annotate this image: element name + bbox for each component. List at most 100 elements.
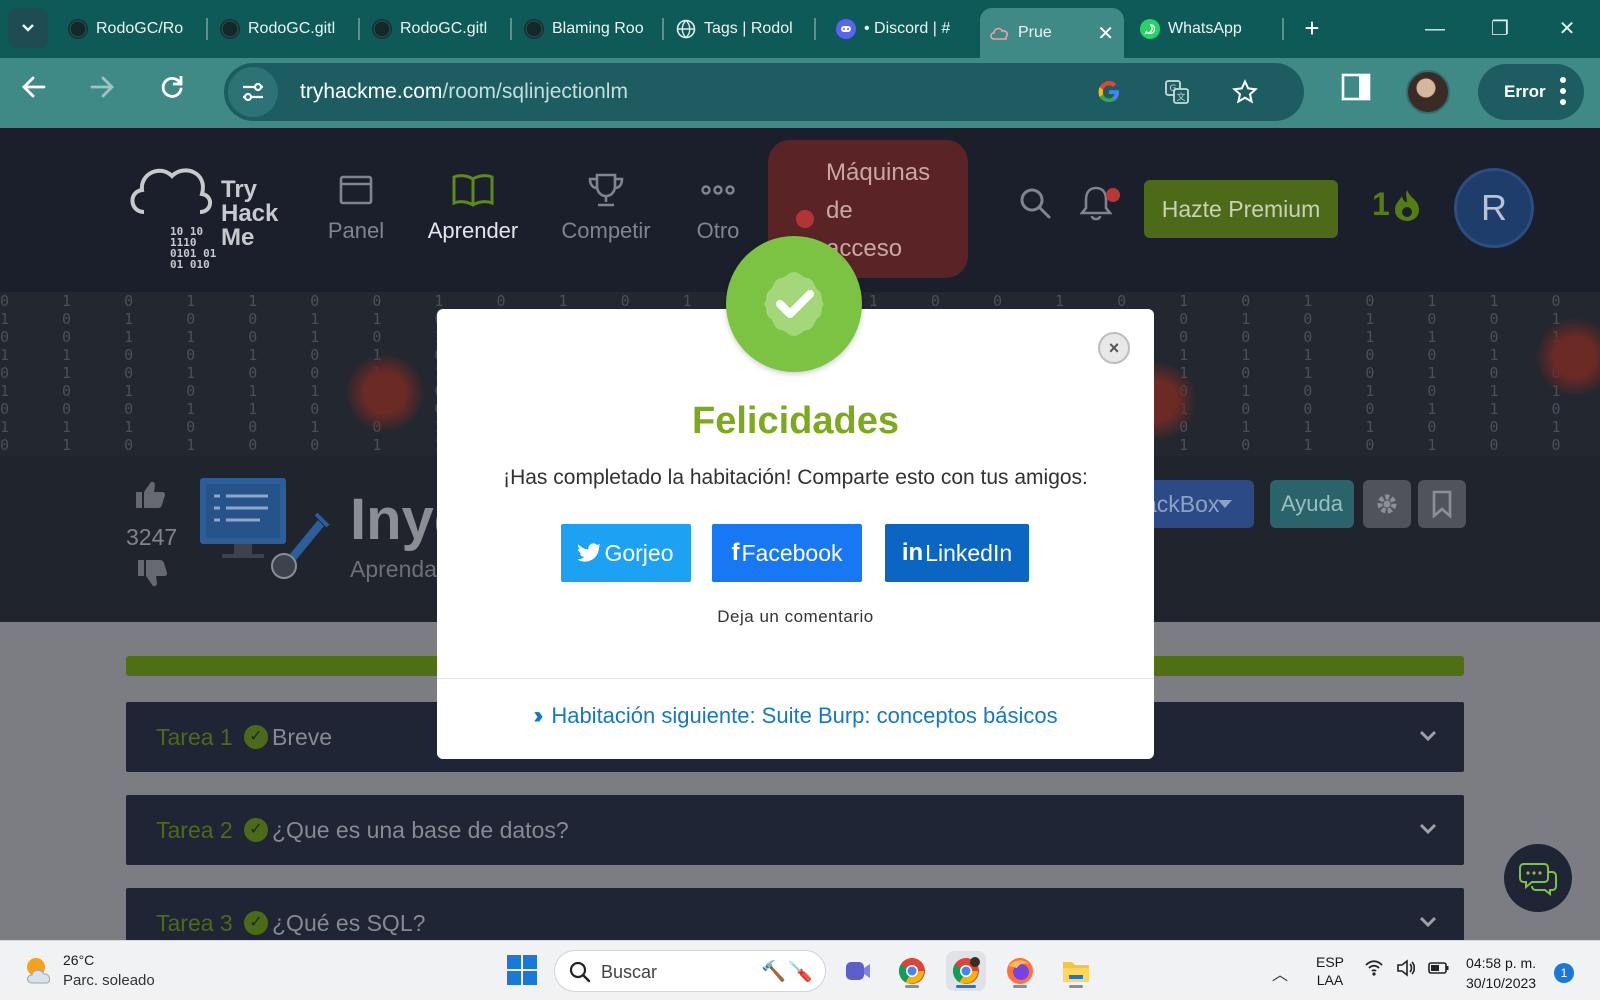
- machines-label-line: de: [826, 197, 853, 224]
- search-icon[interactable]: [1018, 186, 1054, 222]
- windows-start-button[interactable]: [507, 955, 537, 985]
- lang-line: LAA: [1316, 972, 1344, 988]
- tab-label: RodoGC.gitl: [248, 20, 336, 37]
- notification-count-badge[interactable]: 1: [1554, 963, 1574, 983]
- back-arrow-icon[interactable]: [14, 72, 54, 112]
- running-indicator: [905, 985, 919, 988]
- reload-icon[interactable]: [152, 72, 192, 112]
- chat-button[interactable]: [1504, 844, 1572, 912]
- svg-text:G: G: [1170, 84, 1177, 94]
- address-bar[interactable]: tryhackme.com/room/sqlinjectionlm 文G: [224, 63, 1304, 121]
- tab-separator: [814, 18, 816, 40]
- profile-error-button[interactable]: Error: [1478, 64, 1584, 120]
- twitter-bird-icon: [578, 543, 602, 562]
- weather-temperature: 26°C: [63, 952, 95, 968]
- taskbar-app-chrome[interactable]: [892, 951, 932, 991]
- next-room-link[interactable]: ›› Habitación siguiente: Suite Burp: con…: [437, 702, 1154, 730]
- tray-overflow-chevron-icon[interactable]: ︿: [1272, 961, 1288, 985]
- modal-message: ¡Has completado la habitación! Comparte …: [503, 466, 1088, 489]
- browser-tab[interactable]: RodoGC.gitl: [362, 6, 510, 52]
- tab-close-icon[interactable]: ✕: [1097, 21, 1114, 46]
- tab-label: • Discord | #: [864, 20, 951, 37]
- minimize-icon[interactable]: —: [1420, 14, 1450, 44]
- lang-line: ESP: [1316, 954, 1345, 970]
- user-avatar[interactable]: R: [1454, 168, 1534, 248]
- weather-sun-cloud-icon[interactable]: [22, 955, 56, 985]
- search-highlight-art: 🔨🪛: [761, 961, 815, 983]
- browser-tab[interactable]: Blaming Roo: [514, 6, 662, 52]
- taskbar-app-chrome-profile[interactable]: [946, 951, 986, 991]
- browser-tab-active[interactable]: Prue ✕: [980, 8, 1124, 58]
- star-bookmark-icon[interactable]: [1230, 77, 1260, 107]
- logo-line: Try: [221, 176, 258, 203]
- help-button[interactable]: Ayuda: [1270, 480, 1354, 528]
- profile-avatar[interactable]: [1406, 70, 1450, 114]
- side-panel-icon[interactable]: [1336, 72, 1376, 112]
- linkedin-share-button[interactable]: in LinkedIn: [885, 524, 1029, 582]
- google-icon[interactable]: [1094, 77, 1124, 107]
- github-icon: [68, 19, 88, 39]
- notification-dot: [1106, 188, 1120, 202]
- task-number: Tarea 3: [156, 910, 233, 936]
- input-language[interactable]: ESP LAA: [1316, 953, 1344, 989]
- task-row[interactable]: Tarea 3 ✓ ¿Qué es SQL?: [126, 888, 1464, 940]
- taskbar-search[interactable]: Buscar 🔨🪛: [554, 950, 826, 992]
- facebook-icon: f: [731, 539, 740, 566]
- nav-label: Aprender: [427, 218, 519, 243]
- tab-search-button[interactable]: [8, 8, 48, 48]
- tryhackme-logo[interactable]: 10 10 1110 0101 01 01 010 Try Hack Me: [126, 160, 296, 270]
- thumbs-up-icon[interactable]: [134, 480, 166, 518]
- restore-icon[interactable]: ❐: [1485, 14, 1515, 44]
- browser-tab[interactable]: • Discord | #: [826, 6, 964, 52]
- premium-button[interactable]: Hazte Premium: [1144, 180, 1338, 238]
- browser-tab[interactable]: RodoGC.gitl: [210, 6, 358, 52]
- chrome-profile-icon: [952, 957, 980, 984]
- running-indicator: [1013, 985, 1027, 988]
- tab-label: WhatsApp: [1168, 20, 1242, 37]
- check-circle-icon: ✓: [244, 725, 268, 749]
- settings-button[interactable]: [1363, 480, 1411, 528]
- url-text[interactable]: tryhackme.com/room/sqlinjectionlm: [300, 80, 628, 104]
- start-tile: [523, 955, 537, 969]
- modal-close-button[interactable]: ×: [1098, 332, 1130, 364]
- logo-binary: 10 10 1110 0101 01 01 010: [170, 226, 216, 270]
- nav-aprender[interactable]: Aprender: [420, 170, 526, 244]
- github-icon: [372, 19, 392, 39]
- next-room-label: Habitación siguiente: Suite Burp: concep…: [551, 703, 1058, 728]
- modal-title: Felicidades: [692, 400, 899, 442]
- nav-label: Panel: [327, 218, 385, 243]
- taskbar-app-meet[interactable]: [838, 951, 878, 991]
- new-tab-button[interactable]: +: [1296, 12, 1328, 44]
- tab-label: RodoGC/Ro: [96, 20, 184, 37]
- nav-panel[interactable]: Panel: [306, 170, 406, 244]
- volume-icon: [1397, 959, 1416, 977]
- bookmark-button[interactable]: [1418, 480, 1466, 528]
- status-dot: [796, 210, 814, 228]
- weather-description: Parc. soleado: [63, 972, 155, 989]
- chevron-down-icon: [1419, 730, 1437, 742]
- taskbar-app-firefox[interactable]: [1000, 951, 1040, 991]
- streak-counter[interactable]: 1: [1372, 186, 1422, 223]
- thumbs-down-icon[interactable]: [136, 558, 168, 596]
- tab-label: Prue: [1018, 24, 1052, 41]
- site-settings-icon[interactable]: [228, 67, 278, 117]
- taskbar-app-explorer[interactable]: [1056, 951, 1096, 991]
- nav-label: Otro: [696, 218, 740, 243]
- leave-comment-link[interactable]: Deja un comentario: [437, 607, 1154, 627]
- system-tray[interactable]: [1364, 959, 1450, 977]
- browser-tab[interactable]: WhatsApp: [1130, 6, 1280, 52]
- chevron-down-icon: [22, 24, 34, 32]
- nav-competir[interactable]: Competir: [556, 170, 656, 244]
- check-circle-icon: ✓: [244, 818, 268, 842]
- forward-arrow-icon[interactable]: [82, 72, 122, 112]
- nav-otro[interactable]: Otro: [668, 170, 768, 244]
- facebook-share-button[interactable]: f Facebook: [712, 524, 862, 582]
- twitter-label: Gorjeo: [604, 539, 674, 566]
- window-close-icon[interactable]: ✕: [1552, 14, 1582, 44]
- twitter-share-button[interactable]: Gorjeo: [561, 524, 691, 582]
- browser-tab[interactable]: RodoGC/Ro: [58, 6, 206, 52]
- task-row[interactable]: Tarea 2 ✓ ¿Que es una base de datos?: [126, 795, 1464, 865]
- browser-tab[interactable]: Tags | Rodol: [666, 6, 814, 52]
- system-clock[interactable]: 04:58 p. m. 30/10/2023: [1466, 953, 1536, 993]
- translate-icon[interactable]: 文G: [1162, 77, 1192, 107]
